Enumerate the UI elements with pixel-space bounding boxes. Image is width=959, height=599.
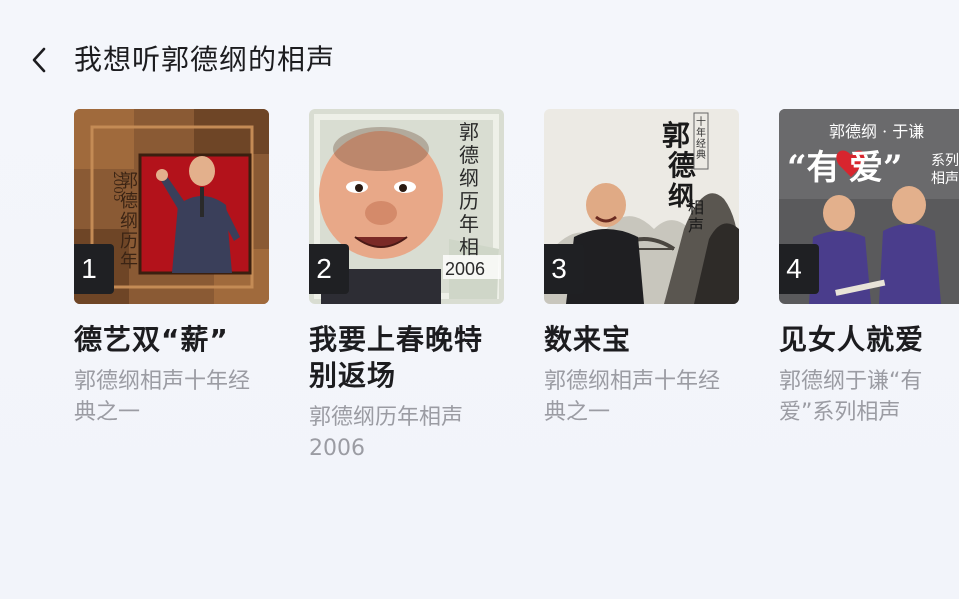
svg-text:历: 历 [120, 231, 138, 252]
svg-text:十: 十 [696, 115, 706, 128]
album-title: 德艺双“薪” [74, 323, 229, 356]
svg-text:系列: 系列 [931, 153, 959, 169]
svg-text:声: 声 [688, 216, 704, 235]
album-card[interactable]: 郭 德 纲 相 声 十 年 经 典 3 数来宝 郭德纲相声十年经典之一 [544, 109, 739, 464]
svg-text:相: 相 [688, 198, 704, 217]
album-cover: 郭 德 纲 相 声 十 年 经 典 3 [544, 109, 739, 304]
svg-text:德: 德 [668, 149, 696, 182]
svg-text:德: 德 [459, 143, 479, 167]
album-subtitle: 郭德纲相声十年经典之一 [544, 369, 721, 425]
album-card[interactable]: 2005 郭 德 纲 历 年 1 德艺双“薪” 郭德纲相声十年经典之一 [74, 109, 269, 464]
album-title: 见女人就爱 [779, 323, 925, 356]
svg-text:年: 年 [120, 251, 138, 272]
svg-text:2006: 2006 [445, 259, 485, 279]
svg-text:“有: “有 [787, 148, 841, 188]
page-title: 我想听郭德纲的相声 [74, 43, 336, 76]
album-card[interactable]: 郭 德 纲 历 年 相 2006 2 我要上春晚特别返场 郭德纲历年相声2006 [309, 109, 504, 464]
album-card[interactable]: 郭德纲 · 于谦 “有 爱” 系列 相声 4 见女人就爱 郭德纲于谦“有爱”系列… [779, 109, 959, 464]
svg-text:历: 历 [459, 189, 479, 213]
album-subtitle: 郭德纲历年相声2006 [309, 405, 464, 461]
rank-badge: 1 [74, 244, 114, 294]
svg-text:德: 德 [120, 191, 138, 212]
card-list: 2005 郭 德 纲 历 年 1 德艺双“薪” 郭德纲相声十年经典之一 郭 德 … [74, 109, 959, 464]
svg-text:年: 年 [459, 212, 479, 236]
svg-text:郭: 郭 [662, 119, 690, 152]
svg-text:纲: 纲 [120, 211, 138, 232]
svg-text:爱”: 爱” [849, 148, 903, 188]
album-title: 数来宝 [544, 323, 632, 356]
page: 我想听郭德纲的相声 2005 郭 德 纲 历 年 1 德艺双“薪” 郭德纲相声十… [0, 0, 959, 599]
album-subtitle: 郭德纲相声十年经典之一 [74, 369, 251, 425]
svg-text:郭: 郭 [120, 171, 138, 192]
back-button[interactable] [30, 38, 58, 82]
album-title: 我要上春晚特别返场 [309, 323, 484, 392]
svg-text:郭: 郭 [459, 120, 479, 144]
rank-badge: 3 [544, 244, 584, 294]
rank-badge: 4 [779, 244, 819, 294]
svg-text:相声: 相声 [931, 171, 959, 187]
album-cover: 郭 德 纲 历 年 相 2006 2 [309, 109, 504, 304]
svg-text:纲: 纲 [459, 166, 479, 190]
svg-text:年: 年 [696, 126, 706, 139]
album-cover: 郭德纲 · 于谦 “有 爱” 系列 相声 4 [779, 109, 959, 304]
album-subtitle: 郭德纲于谦“有爱”系列相声 [779, 369, 923, 425]
header: 我想听郭德纲的相声 [30, 38, 335, 82]
svg-text:经: 经 [696, 137, 706, 150]
chevron-left-icon [32, 47, 46, 73]
svg-text:郭德纲 · 于谦: 郭德纲 · 于谦 [829, 122, 924, 141]
album-cover: 2005 郭 德 纲 历 年 1 [74, 109, 269, 304]
rank-badge: 2 [309, 244, 349, 294]
svg-text:典: 典 [696, 148, 706, 161]
